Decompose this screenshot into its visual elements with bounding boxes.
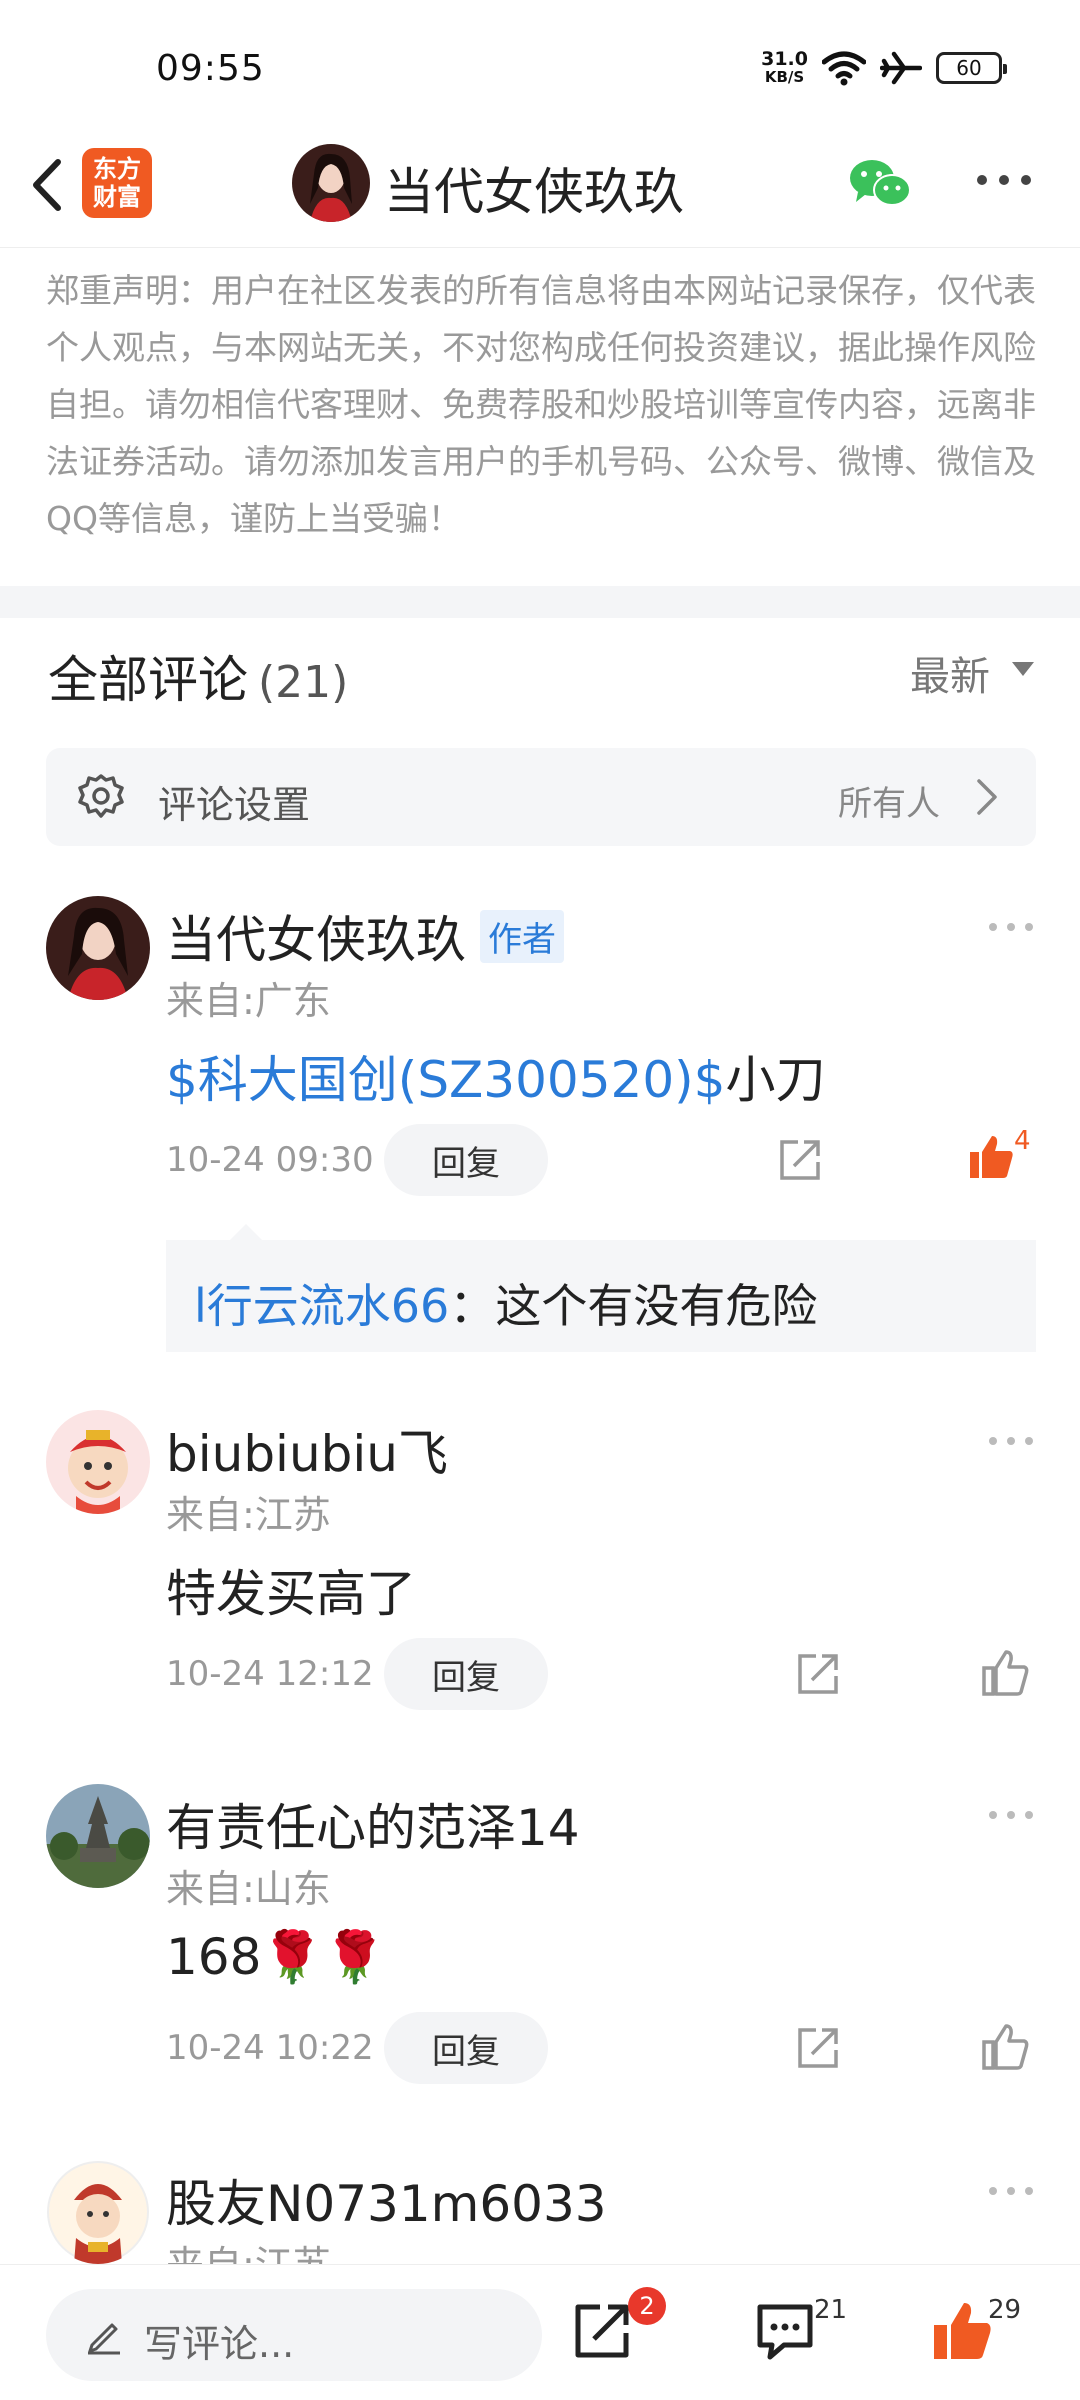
section-divider bbox=[0, 586, 1080, 618]
top-nav: 东方 财富 当代女侠玖玖 bbox=[0, 130, 1080, 248]
comment-settings-label: 评论设置 bbox=[158, 783, 311, 827]
comments-count: (21) bbox=[258, 657, 349, 708]
comment-settings-bar[interactable]: 评论设置 所有人 bbox=[46, 748, 1036, 846]
comment-location: 来自:山东 bbox=[166, 1867, 331, 1911]
reply-button[interactable]: 回复 bbox=[384, 1638, 548, 1710]
more-options-icon[interactable] bbox=[976, 170, 1032, 190]
sub-reply[interactable]: l行云流水66：这个有没有危险 bbox=[166, 1224, 1036, 1352]
comment-time: 10-24 12:12 bbox=[166, 1654, 374, 1694]
comment-more-icon[interactable] bbox=[988, 1808, 1034, 1822]
comment-item: 有责任心的范泽14 来自:山东 168🌹🌹 10-24 10:22 回复 bbox=[0, 1784, 1080, 2084]
share-icon[interactable] bbox=[796, 1652, 840, 1696]
comment-time: 10-24 09:30 bbox=[166, 1140, 374, 1180]
share-icon[interactable] bbox=[796, 2026, 840, 2070]
status-time: 09:55 bbox=[156, 48, 265, 89]
comment-time: 10-24 10:22 bbox=[166, 2028, 374, 2068]
comment-more-icon[interactable] bbox=[988, 2184, 1034, 2198]
sort-caret-icon[interactable] bbox=[1012, 662, 1034, 676]
avatar[interactable] bbox=[46, 1410, 150, 1514]
comment-author-name[interactable]: 股友N0731m6033 bbox=[166, 2164, 607, 2236]
sort-dropdown[interactable]: 最新 bbox=[910, 644, 990, 702]
reply-button[interactable]: 回复 bbox=[384, 2012, 548, 2084]
comment-more-icon[interactable] bbox=[988, 1434, 1034, 1448]
comment-text: 特发买高了 bbox=[166, 1565, 416, 1623]
avatar[interactable] bbox=[46, 2160, 150, 2264]
comment-location: 来自:江苏 bbox=[166, 2234, 331, 2264]
airplane-icon bbox=[880, 51, 922, 85]
comment-settings-value: 所有人 bbox=[838, 784, 940, 824]
share-icon[interactable] bbox=[778, 1138, 822, 1182]
like-count: 4 bbox=[1014, 1126, 1031, 1156]
brand-logo[interactable]: 东方 财富 bbox=[82, 148, 152, 218]
comment-text: 168🌹🌹 bbox=[166, 1928, 386, 1986]
header-avatar[interactable] bbox=[292, 144, 370, 222]
comments-heading: 全部评论 (21) bbox=[48, 651, 349, 709]
comment-item: biubiubiu飞 来自:江苏 特发买高了 10-24 12:12 回复 bbox=[0, 1410, 1080, 1710]
battery-indicator: 60 bbox=[936, 52, 1007, 84]
pen-icon bbox=[88, 2323, 120, 2355]
comment-author-name[interactable]: 当代女侠玖玖 作者 bbox=[166, 900, 564, 972]
thumbs-up-icon[interactable] bbox=[980, 1648, 1030, 1698]
thumbs-up-icon[interactable] bbox=[980, 2022, 1030, 2072]
comment-count: 21 bbox=[814, 2295, 848, 2325]
net-speed: 31.0 KB/S bbox=[761, 48, 808, 87]
comment-text: $科大国创(SZ300520)$小刀 bbox=[166, 1051, 826, 1109]
back-arrow-icon[interactable] bbox=[22, 150, 72, 220]
comment-item: 股友N0731m6033 来自:江苏 bbox=[0, 2160, 1080, 2264]
thumbs-up-icon[interactable] bbox=[930, 2299, 994, 2363]
chevron-right-icon bbox=[977, 779, 997, 815]
comment-author-name[interactable]: biubiubiu飞 bbox=[166, 1414, 448, 1486]
gear-icon bbox=[78, 774, 124, 818]
wifi-icon bbox=[822, 51, 866, 86]
author-badge: 作者 bbox=[480, 910, 564, 963]
wechat-share-icon[interactable] bbox=[848, 156, 912, 210]
sub-reply-text: ：这个有没有危险 bbox=[449, 1279, 818, 1333]
write-comment-placeholder: 写评论... bbox=[144, 2322, 295, 2366]
page-title: 当代女侠玖玖 bbox=[384, 163, 684, 221]
sub-reply-user[interactable]: l行云流水66 bbox=[194, 1279, 449, 1333]
bottom-action-bar: 写评论... 2 21 29 bbox=[0, 2264, 1080, 2400]
comment-author-name[interactable]: 有责任心的范泽14 bbox=[166, 1788, 580, 1860]
comment-location: 来自:江苏 bbox=[166, 1493, 331, 1537]
disclaimer-text: 郑重声明：用户在社区发表的所有信息将由本网站记录保存，仅代表个人观点，与本网站无… bbox=[46, 271, 1036, 538]
avatar[interactable] bbox=[46, 896, 150, 1000]
like-count: 29 bbox=[988, 2295, 1022, 2325]
avatar[interactable] bbox=[46, 1784, 150, 1888]
status-icons: 31.0 KB/S 60 bbox=[761, 48, 1007, 87]
comment-location: 来自:广东 bbox=[166, 979, 331, 1023]
comment-icon[interactable] bbox=[754, 2301, 816, 2361]
comment-more-icon[interactable] bbox=[988, 920, 1034, 934]
write-comment-input[interactable]: 写评论... bbox=[46, 2289, 542, 2381]
share-icon[interactable] bbox=[572, 2301, 632, 2361]
stock-link[interactable]: $科大国创(SZ300520)$ bbox=[166, 1051, 726, 1109]
share-count-badge: 2 bbox=[628, 2287, 666, 2325]
status-bar: 09:55 31.0 KB/S 60 bbox=[0, 0, 1080, 130]
reply-button[interactable]: 回复 bbox=[384, 1124, 548, 1196]
thumbs-up-icon[interactable] bbox=[966, 1132, 1016, 1182]
